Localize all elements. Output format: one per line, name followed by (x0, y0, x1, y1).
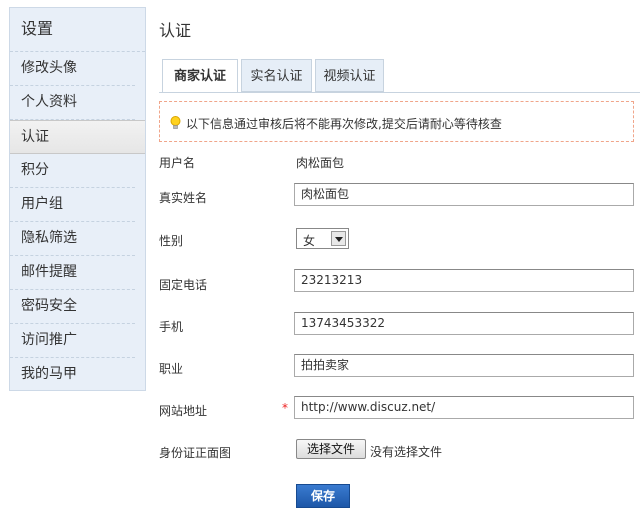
settings-sidebar: 设置 修改头像 个人资料 认证 积分 用户组 隐私筛选 邮件提醒 密码安全 访问… (9, 7, 146, 391)
tabs-divider (159, 92, 640, 93)
sidebar-item-email[interactable]: 邮件提醒 (10, 256, 135, 290)
choose-file-button[interactable]: 选择文件 (296, 439, 366, 459)
gender-selected-value: 女 (303, 234, 316, 248)
gender-select[interactable]: 女 (296, 228, 349, 249)
sidebar-item-privacy[interactable]: 隐私筛选 (10, 222, 135, 256)
website-label: 网站地址 (159, 404, 208, 418)
occupation-input[interactable]: 拍拍卖家 (294, 354, 634, 377)
sidebar-item-profile[interactable]: 个人资料 (10, 86, 135, 120)
sidebar-menu: 修改头像 个人资料 认证 积分 用户组 隐私筛选 邮件提醒 密码安全 访问推广 … (10, 52, 145, 392)
username-value: 肉松面包 (296, 156, 345, 170)
tab-merchant-verify[interactable]: 商家认证 (162, 59, 238, 93)
tab-video-verify[interactable]: 视频认证 (315, 59, 384, 92)
sidebar-item-verify[interactable]: 认证 (10, 120, 145, 154)
lightbulb-icon (170, 116, 181, 129)
sidebar-item-usergroup[interactable]: 用户组 (10, 188, 135, 222)
mobile-label: 手机 (159, 320, 184, 334)
save-button[interactable]: 保存 (296, 484, 350, 508)
required-mark: * (282, 401, 288, 415)
page-title: 认证 (159, 21, 192, 40)
website-input[interactable]: http://www.discuz.net/ (294, 396, 634, 419)
sidebar-item-avatar[interactable]: 修改头像 (10, 52, 135, 86)
gender-label: 性别 (159, 234, 184, 248)
phone-label: 固定电话 (159, 278, 208, 292)
realname-input[interactable]: 肉松面包 (294, 183, 634, 206)
sidebar-item-credits[interactable]: 积分 (10, 154, 135, 188)
username-label: 用户名 (159, 156, 196, 170)
occupation-label: 职业 (159, 362, 184, 376)
chevron-down-icon[interactable] (331, 231, 346, 246)
sidebar-item-password[interactable]: 密码安全 (10, 290, 135, 324)
sidebar-title: 设置 (10, 8, 145, 52)
notice-box: 以下信息通过审核后将不能再次修改,提交后请耐心等待核查 (159, 101, 634, 142)
phone-input[interactable]: 23213213 (294, 269, 634, 292)
tab-realname-verify[interactable]: 实名认证 (241, 59, 312, 92)
file-status-text: 没有选择文件 (370, 445, 443, 459)
notice-text: 以下信息通过审核后将不能再次修改,提交后请耐心等待核查 (186, 117, 502, 131)
sidebar-item-promotion[interactable]: 访问推广 (10, 324, 135, 358)
sidebar-item-vest[interactable]: 我的马甲 (10, 358, 135, 392)
mobile-input[interactable]: 13743453322 (294, 312, 634, 335)
realname-label: 真实姓名 (159, 191, 208, 205)
id-photo-label: 身份证正面图 (159, 446, 232, 460)
